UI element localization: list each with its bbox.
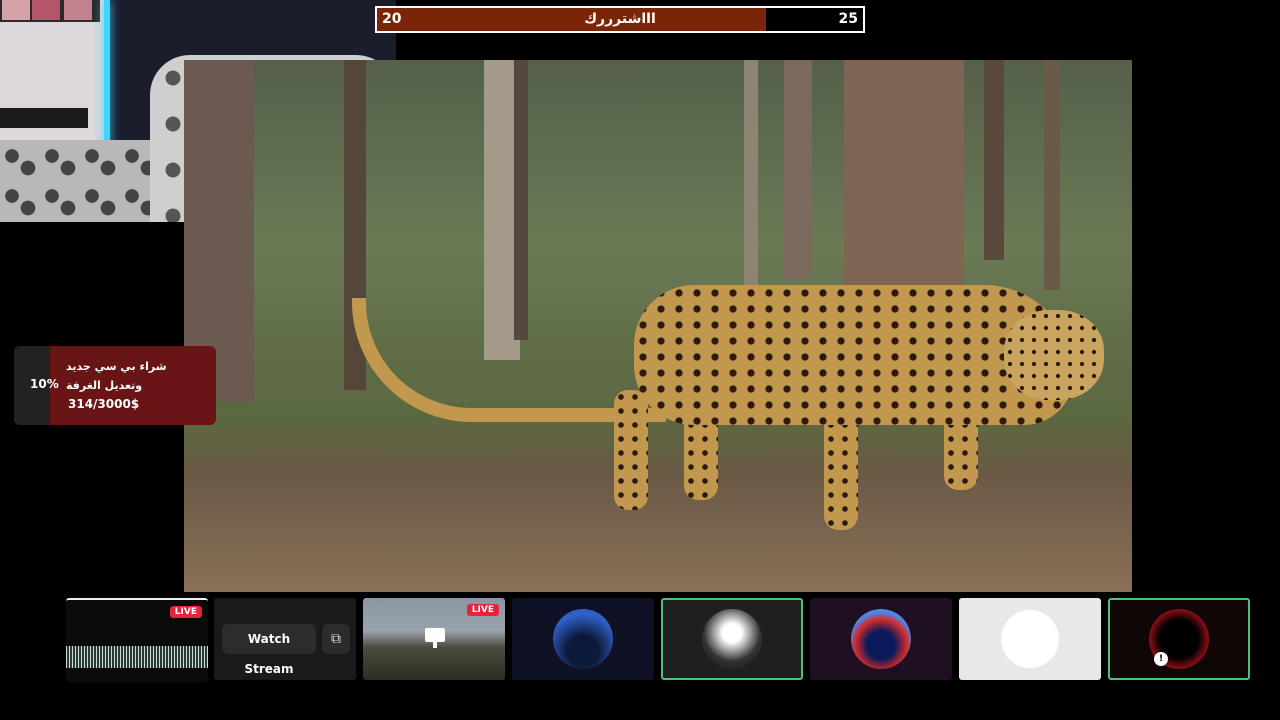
leopard-head — [1004, 310, 1104, 400]
donation-amount: 314/3000$ — [68, 397, 140, 411]
stream-tiles-strip: LIVE Watch Stream ⧉ LIVE ! — [66, 598, 1250, 682]
watch-stream-button[interactable]: Watch Stream — [222, 624, 316, 676]
mute-icon: ! — [1154, 652, 1168, 666]
stream-tile-blank[interactable] — [959, 598, 1101, 680]
stream-tile-audio[interactable]: LIVE — [66, 598, 208, 682]
stream-tile-red[interactable]: ! — [1108, 598, 1250, 680]
forest-floor — [184, 402, 1132, 592]
stream-tile-watch[interactable]: Watch Stream ⧉ — [214, 598, 356, 680]
live-badge: LIVE — [169, 606, 202, 618]
avatar — [553, 609, 613, 669]
stream-tile-blue[interactable] — [512, 598, 654, 680]
desk — [0, 108, 88, 128]
stream-tile-spiderman[interactable] — [810, 598, 952, 680]
stream-tile-anime[interactable] — [661, 598, 803, 680]
stream-tile-landscape[interactable]: LIVE — [363, 598, 505, 680]
goal-target-value: 25 — [838, 11, 858, 27]
donation-goal-widget: 10% شراء بي سي جديد وتعديل الغرفة 314/30… — [14, 346, 216, 425]
subscriber-goal-bar: 20 اااشترررك 25 — [375, 6, 865, 33]
avatar — [851, 609, 911, 669]
main-video-player[interactable] — [184, 60, 1132, 592]
avatar — [702, 609, 762, 669]
audio-waveform — [66, 646, 208, 668]
posters — [0, 0, 100, 22]
screen-share-icon — [425, 628, 445, 648]
donation-percent: 10% — [30, 377, 59, 391]
goal-title: اااشترررك — [584, 11, 656, 27]
avatar — [1001, 610, 1059, 668]
picture-in-picture-icon[interactable]: ⧉ — [322, 624, 350, 654]
live-badge: LIVE — [466, 604, 499, 616]
donation-title: شراء بي سي جديد وتعديل الغرفة — [66, 360, 167, 392]
